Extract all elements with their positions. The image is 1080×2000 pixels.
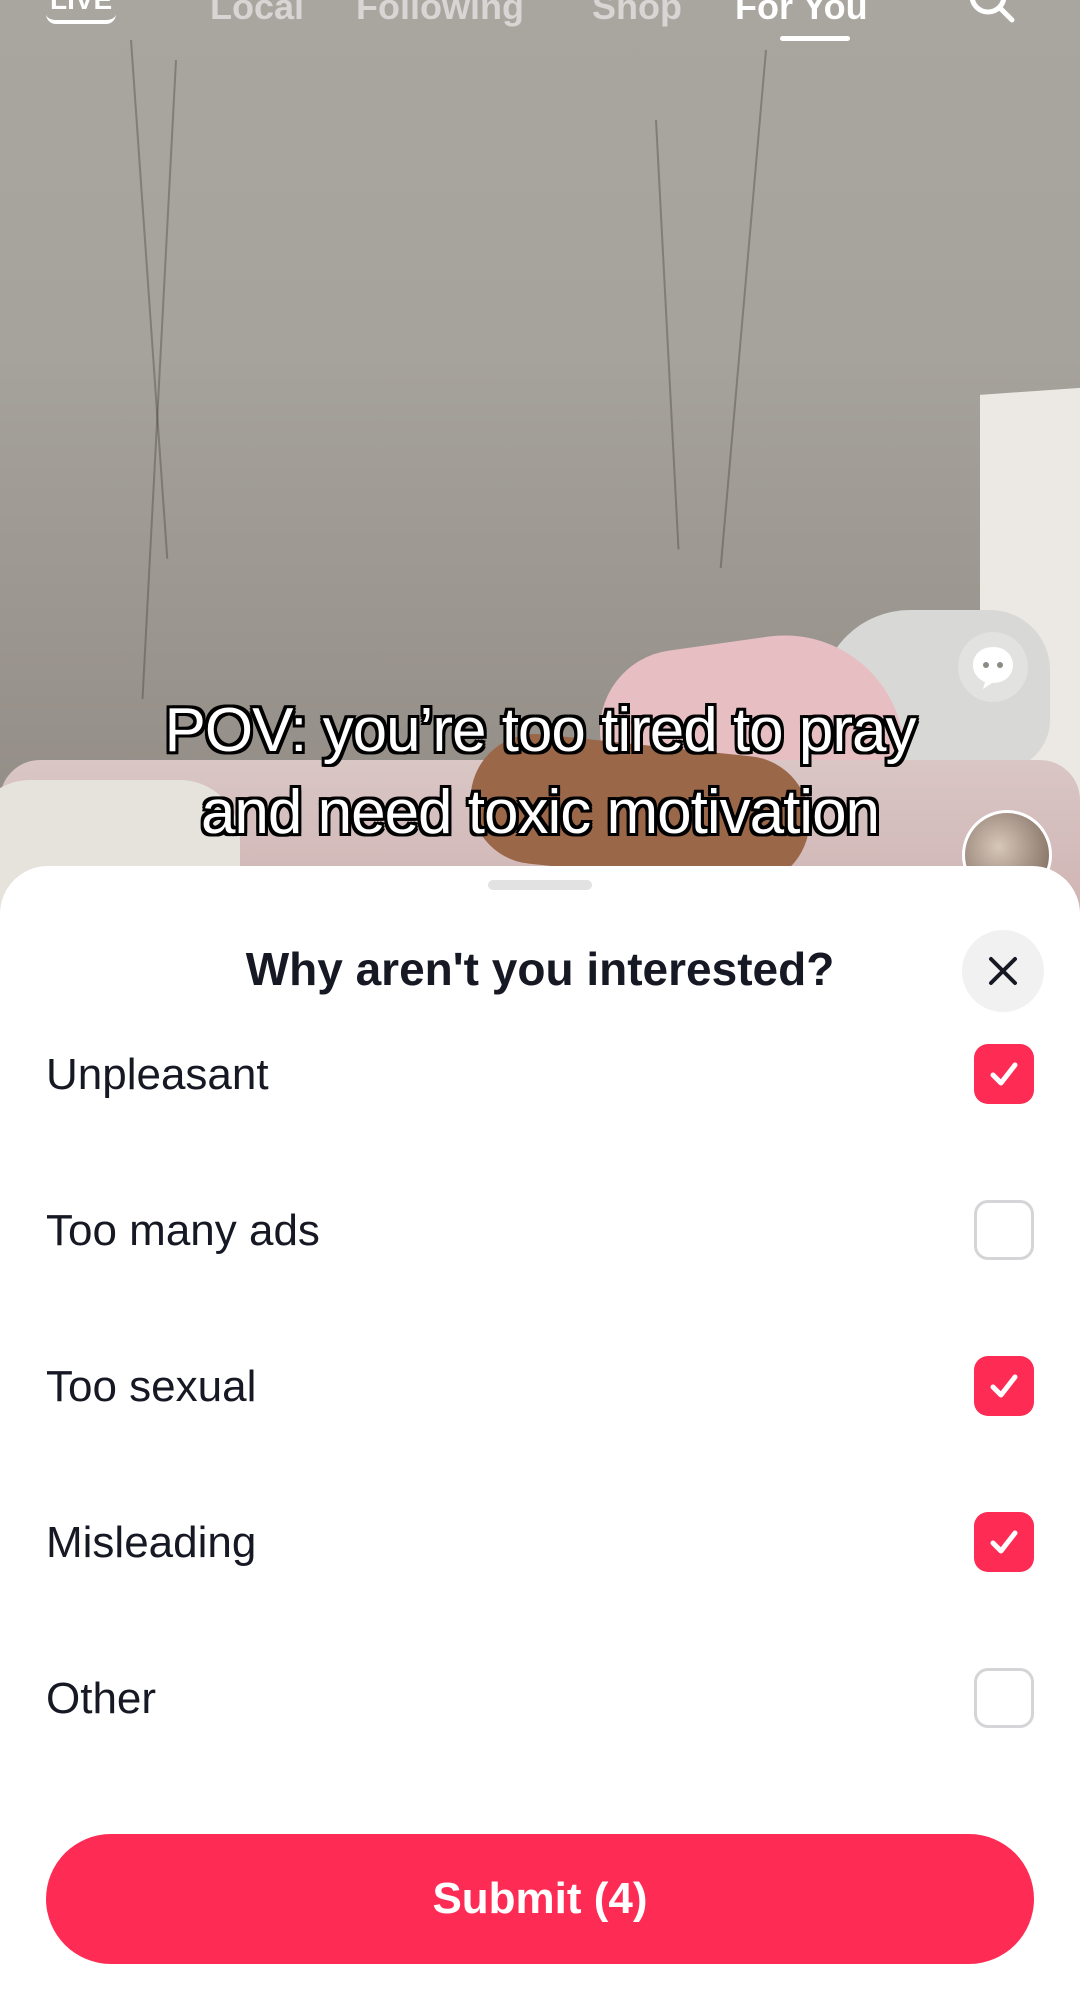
tab-for-you[interactable]: For You <box>735 0 868 28</box>
option-other[interactable]: Other <box>0 1636 1080 1792</box>
checkbox-checked[interactable] <box>974 1356 1034 1416</box>
background-wire <box>719 49 767 569</box>
tab-local[interactable]: Local <box>210 0 304 28</box>
checkbox-unchecked[interactable] <box>974 1668 1034 1728</box>
chat-bubble-icon <box>973 647 1013 689</box>
caption-line: and need toxic motivation <box>200 778 880 847</box>
checkmark-icon <box>990 1374 1018 1398</box>
not-interested-sheet: Why aren't you interested? Unpleasant To… <box>0 866 1080 2000</box>
checkmark-icon <box>990 1530 1018 1554</box>
sheet-title: Why aren't you interested? <box>245 943 835 995</box>
option-unpleasant[interactable]: Unpleasant <box>0 1012 1080 1168</box>
live-button[interactable]: LIVE <box>46 0 117 24</box>
tab-following[interactable]: Following <box>356 0 524 28</box>
background-wire <box>141 59 177 700</box>
submit-button[interactable]: Submit (4) <box>46 1834 1034 1964</box>
video-background[interactable]: LIVE Local Following Shop For You POV: y… <box>0 0 1080 1000</box>
checkmark-icon <box>990 1062 1018 1086</box>
checkbox-unchecked[interactable] <box>974 1200 1034 1260</box>
checkbox-checked[interactable] <box>974 1044 1034 1104</box>
checkbox-checked[interactable] <box>974 1512 1034 1572</box>
background-wire <box>655 119 680 550</box>
option-label: Too many ads <box>46 1206 320 1255</box>
option-too-many-ads[interactable]: Too many ads <box>0 1168 1080 1324</box>
reason-options-list: Unpleasant Too many ads Too sexual Misle… <box>0 1012 1080 1792</box>
tab-shop[interactable]: Shop <box>592 0 682 28</box>
caption-line: POV: you’re too tired to pray <box>164 696 917 765</box>
search-icon[interactable] <box>966 0 1016 24</box>
option-too-sexual[interactable]: Too sexual <box>0 1324 1080 1480</box>
option-label: Other <box>46 1674 157 1723</box>
video-caption: POV: you’re too tired to pray and need t… <box>0 690 1080 854</box>
option-label: Misleading <box>46 1518 257 1567</box>
active-tab-indicator <box>780 36 850 41</box>
close-icon <box>989 957 1017 985</box>
option-misleading[interactable]: Misleading <box>0 1480 1080 1636</box>
top-navigation: LIVE Local Following Shop For You <box>0 0 1080 60</box>
option-label: Too sexual <box>46 1362 257 1411</box>
option-label: Unpleasant <box>46 1050 269 1099</box>
drag-handle[interactable] <box>488 880 592 890</box>
close-button[interactable] <box>962 930 1044 1012</box>
